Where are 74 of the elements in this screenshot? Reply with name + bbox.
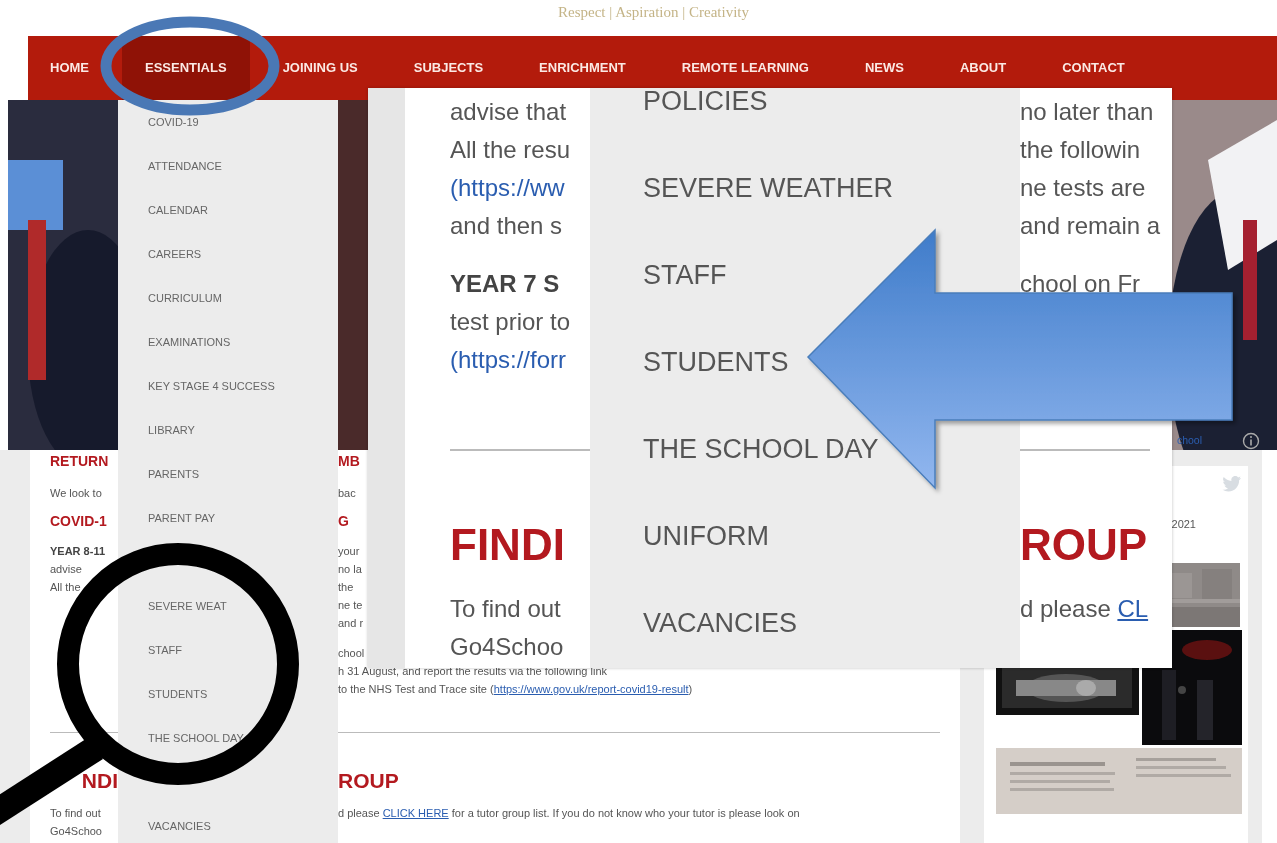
nav-item[interactable]: ENRICHMENT bbox=[539, 59, 626, 77]
link[interactable]: CL bbox=[1117, 595, 1149, 622]
nav-item[interactable]: SUBJECTS bbox=[413, 59, 484, 77]
heading-text: NDI bbox=[81, 769, 118, 792]
menu-item[interactable]: POLICIES bbox=[643, 88, 768, 114]
nav-item[interactable]: ABOUT bbox=[959, 59, 1007, 77]
text-line: your bbox=[338, 545, 360, 557]
link[interactable]: CLICK HERE bbox=[382, 807, 449, 819]
menu-item[interactable]: UNIFORM bbox=[643, 523, 769, 549]
text-line: d please CLICK HERE for a tutor group list. If you do not know who your tutor is please look on bbox=[338, 807, 800, 819]
menu-item[interactable]: THE SCHOOL DAY bbox=[643, 436, 879, 462]
info-icon[interactable] bbox=[1242, 432, 1260, 450]
menu-item[interactable]: SEVERE WEAT bbox=[148, 599, 227, 613]
link[interactable]: https://www.gov.uk/report-covid19-result bbox=[493, 683, 689, 695]
heading-text: ROUP bbox=[1020, 520, 1148, 569]
nav-item[interactable]: NEWS bbox=[864, 59, 904, 77]
menu-item[interactable]: STAFF bbox=[148, 643, 182, 657]
heading-text: COVID-1 bbox=[50, 513, 107, 529]
menu-item[interactable]: STAFF bbox=[643, 262, 727, 288]
menu-item[interactable]: VACANCIES bbox=[643, 610, 798, 636]
menu-item[interactable]: LIBRARY bbox=[148, 423, 195, 437]
heading-text: RETURN bbox=[50, 453, 109, 469]
text-line: ne tests are bbox=[1020, 174, 1146, 201]
nav-item[interactable]: REMOTE LEARNING bbox=[681, 59, 809, 77]
nav-item[interactable]: HOME bbox=[50, 59, 89, 77]
text-line: and r bbox=[338, 617, 364, 629]
text-line: We look to bbox=[50, 487, 102, 499]
text-line: chool on Fr bbox=[1020, 270, 1141, 297]
menu-item[interactable]: STUDENTS bbox=[148, 687, 208, 701]
menu-item[interactable]: COVID-19 bbox=[148, 115, 199, 129]
text-line: All the bbox=[50, 581, 81, 593]
post-date: 2021 bbox=[1171, 517, 1196, 532]
text-line: Go4Schoo bbox=[450, 633, 564, 660]
text-line: All the resu bbox=[450, 136, 571, 163]
menu-item[interactable]: ATTENDANCE bbox=[148, 159, 222, 173]
menu-item[interactable]: VACANCIES bbox=[148, 819, 211, 833]
menu-item[interactable]: PARENTS bbox=[148, 467, 200, 481]
menu-item[interactable]: CAREERS bbox=[148, 247, 202, 261]
nav-item[interactable]: CONTACT bbox=[1062, 59, 1125, 77]
text-line: YEAR 8-11 bbox=[50, 545, 106, 557]
menu-item[interactable]: KEY STAGE 4 SUCCESS bbox=[148, 379, 275, 393]
text-line: the bbox=[338, 581, 354, 593]
text-line: bac bbox=[338, 487, 356, 499]
menu-item[interactable]: CURRICULUM bbox=[148, 291, 222, 305]
text-line: YEAR 7 S bbox=[450, 270, 560, 297]
menu-item[interactable]: CALENDAR bbox=[148, 203, 208, 217]
text-line: advise that bbox=[450, 98, 567, 125]
text-line: no la bbox=[338, 563, 362, 575]
menu-item[interactable]: THE SCHOOL DAY bbox=[148, 731, 244, 745]
text-line: to the NHS Test and Trace site (https://www.gov.uk/report-covid19-result) bbox=[338, 683, 693, 695]
link[interactable]: (https://forr bbox=[450, 346, 567, 373]
heading-text: FINDI bbox=[450, 520, 565, 569]
text-line: no later than bbox=[1020, 98, 1154, 125]
menu-item[interactable]: EXAMINATIONS bbox=[148, 335, 231, 349]
heading-text: MB bbox=[338, 453, 360, 469]
menu-item[interactable]: STUDENTS bbox=[643, 349, 789, 375]
text-line: and remain a bbox=[1020, 212, 1161, 239]
menu-item[interactable]: SEVERE WEATHER bbox=[643, 175, 894, 201]
text-line: the followin bbox=[1020, 136, 1141, 163]
nav-item[interactable]: JOINING US bbox=[282, 59, 358, 77]
text-line: advise bbox=[50, 563, 82, 575]
text-line: Go4Schoo bbox=[50, 825, 102, 837]
text-line: ne te bbox=[338, 599, 363, 611]
tagline: Respect | Aspiration | Creativity bbox=[558, 3, 749, 22]
text-line: test prior to bbox=[450, 308, 571, 335]
heading-text: G bbox=[338, 513, 349, 529]
menu-item[interactable]: PARENT PAY bbox=[148, 511, 216, 525]
text-line: To find out bbox=[450, 595, 561, 622]
heading-text: ROUP bbox=[338, 769, 399, 792]
text-line: and then s bbox=[450, 212, 563, 239]
link[interactable]: (https://ww bbox=[450, 174, 565, 201]
text-line: To find out bbox=[50, 807, 101, 819]
text-line: chool bbox=[338, 647, 365, 659]
text-line: d please CL bbox=[1020, 595, 1149, 622]
